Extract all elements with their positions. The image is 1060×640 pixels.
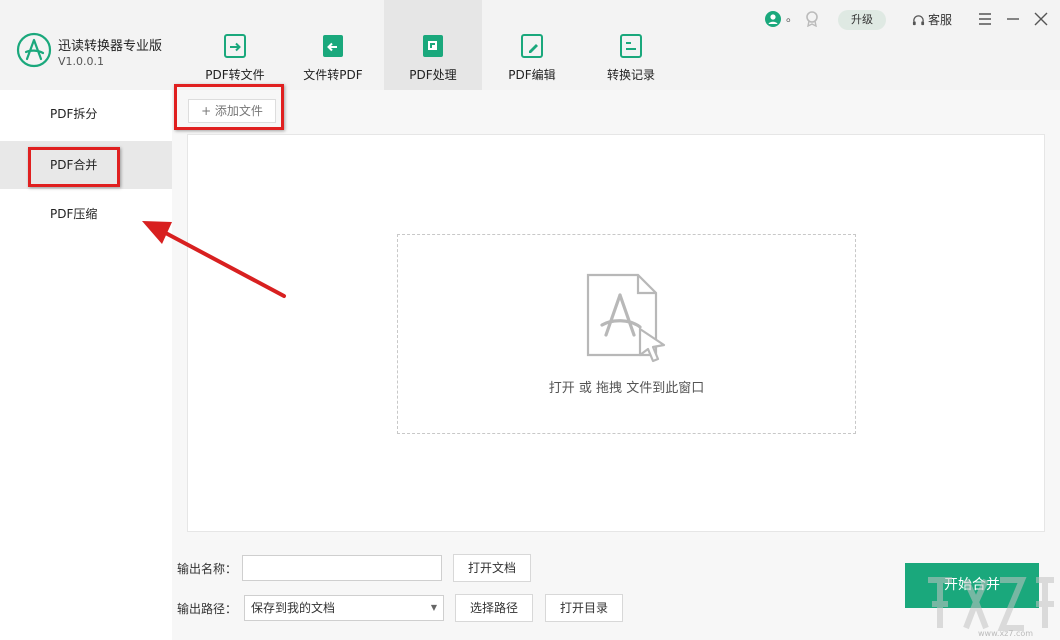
highlight-box-add-file: [174, 84, 284, 130]
upgrade-button[interactable]: 升级: [838, 10, 886, 30]
customer-service-label: 客服: [928, 13, 953, 27]
vip-badge-icon: [806, 11, 818, 27]
main-panel: + 添加文件 打开 或 拖拽 文件到此窗口 输出名称： 打开文档 输出路径： 保…: [172, 90, 1060, 640]
tab-file-to-pdf[interactable]: 文件转PDF: [284, 0, 382, 90]
output-name-input[interactable]: [242, 555, 442, 581]
customer-service-button[interactable]: 客服: [912, 10, 952, 30]
file-list-panel: 打开 或 拖拽 文件到此窗口: [187, 134, 1045, 532]
tab-label: PDF处理: [409, 68, 457, 82]
menu-icon[interactable]: [976, 10, 994, 28]
pdf-process-icon: [423, 35, 443, 57]
open-document-button[interactable]: 打开文档: [453, 554, 531, 582]
app-title: 迅读转换器专业版: [58, 39, 163, 54]
open-folder-button[interactable]: 打开目录: [545, 594, 623, 622]
tab-label: 文件转PDF: [303, 68, 363, 82]
app-version: V1.0.0.1: [58, 55, 105, 68]
tab-history[interactable]: 转换记录: [582, 0, 680, 90]
file-to-pdf-icon: [323, 35, 343, 57]
tab-label: 转换记录: [606, 68, 655, 82]
watermark-url: www.xz7.com: [978, 629, 1034, 638]
user-name: 。: [786, 10, 799, 24]
sidebar-item-pdf-split[interactable]: PDF拆分: [0, 90, 172, 138]
tab-pdf-to-file[interactable]: PDF转文件: [186, 0, 284, 90]
dropdown-caret-icon: ▼: [430, 603, 437, 612]
output-name-label: 输出名称：: [177, 562, 238, 576]
sidebar-item-pdf-compress[interactable]: PDF压缩: [0, 190, 172, 238]
minimize-icon[interactable]: [1004, 10, 1022, 28]
app-logo-icon: [16, 32, 52, 68]
close-icon[interactable]: [1032, 10, 1050, 28]
headset-icon: [912, 14, 925, 25]
output-path-label: 输出路径：: [177, 602, 238, 616]
choose-path-button[interactable]: 选择路径: [455, 594, 533, 622]
history-icon: [620, 34, 642, 58]
tab-label: PDF编辑: [508, 68, 556, 82]
drop-hint: 打开 或 拖拽 文件到此窗口: [548, 381, 705, 396]
tab-pdf-process[interactable]: PDF处理: [384, 0, 482, 90]
watermark-logo: [928, 577, 1054, 631]
output-path-select[interactable]: 保存到我的文档 ▼: [244, 595, 444, 621]
title-bar: 迅读转换器专业版 V1.0.0.1 PDF转文件 文件转PDF PDF处理 PD…: [0, 0, 1060, 90]
drop-zone[interactable]: 打开 或 拖拽 文件到此窗口: [397, 234, 856, 434]
pdf-to-file-icon: [224, 34, 246, 58]
output-path-value: 保存到我的文档: [251, 601, 336, 615]
pdf-file-icon: [586, 273, 666, 363]
tab-pdf-edit[interactable]: PDF编辑: [483, 0, 581, 90]
user-avatar-icon[interactable]: [765, 11, 781, 27]
tab-label: PDF转文件: [205, 68, 265, 82]
pdf-edit-icon: [521, 34, 543, 58]
highlight-box-pdf-merge: [28, 147, 120, 187]
